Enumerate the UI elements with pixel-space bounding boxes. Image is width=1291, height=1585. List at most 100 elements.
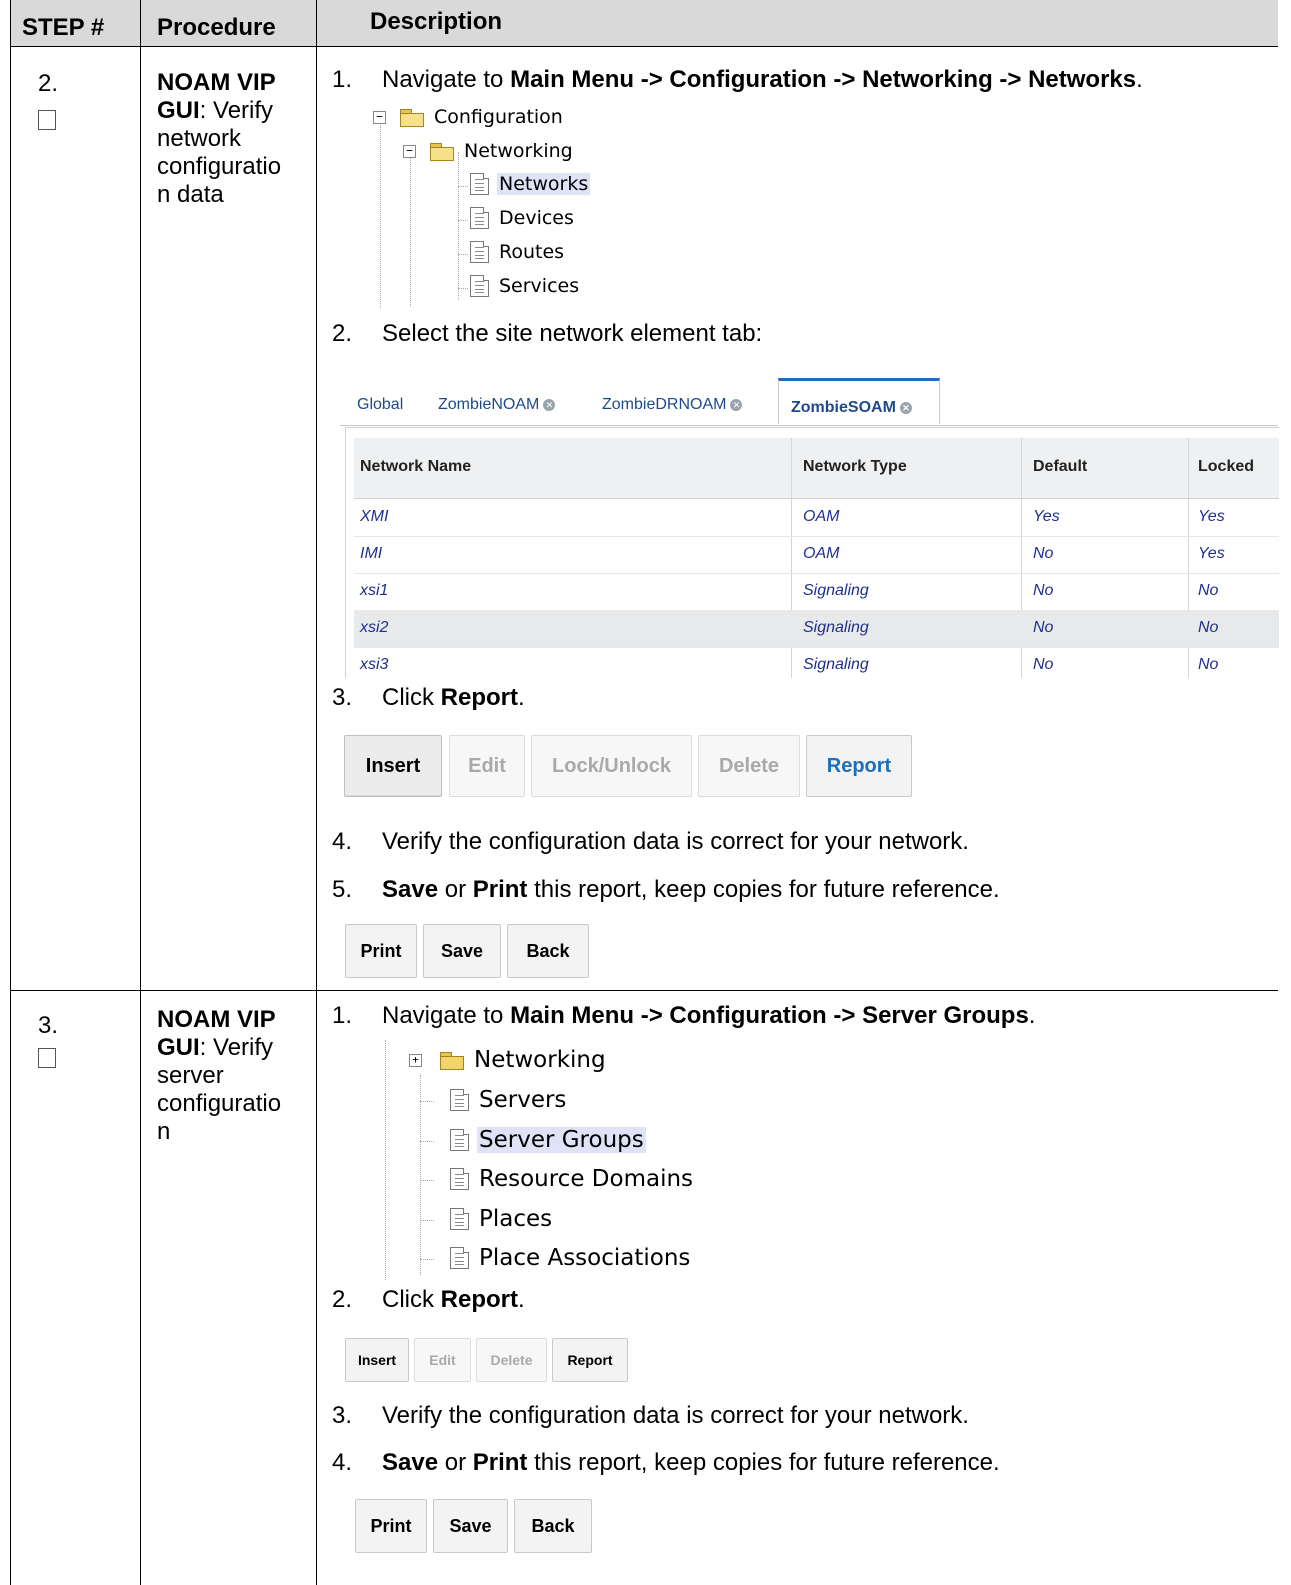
cell-network-name[interactable]: xsi1 [360, 582, 388, 600]
document-icon [450, 1089, 469, 1111]
close-tab-icon[interactable]: ✕ [730, 398, 743, 411]
cell-locked: No [1198, 619, 1219, 636]
tree-label: Server Groups [477, 1127, 646, 1153]
tab-zombienoam[interactable]: ZombieNOAM ✕ [438, 396, 556, 414]
cell-network-type: Signaling [803, 582, 869, 599]
instruction-number: 4. [332, 1449, 353, 1476]
border-left [10, 0, 11, 1585]
print-button[interactable]: Print [355, 1499, 427, 1553]
instruction-text: Verify the configuration data is correct… [382, 828, 969, 855]
tree-label: Devices [499, 207, 574, 229]
collapse-icon[interactable]: − [373, 110, 386, 124]
server-groups-tree: + Networking Servers Server Groups Resou… [340, 1040, 740, 1280]
tree-label: Networking [464, 140, 573, 162]
tree-item-servers[interactable]: Servers [450, 1087, 568, 1113]
column-locked[interactable]: Locked [1198, 458, 1254, 476]
tree-item-place-associations[interactable]: Place Associations [450, 1245, 692, 1271]
cell-network-name[interactable]: xsi2 [360, 619, 388, 637]
border-row-divider [10, 990, 1278, 991]
tree-label: Places [479, 1206, 553, 1232]
tree-item-resource-domains[interactable]: Resource Domains [450, 1166, 695, 1192]
tree-item-routes[interactable]: Routes [470, 241, 566, 263]
header-step: STEP # [22, 14, 105, 41]
tree-label: Place Associations [479, 1245, 691, 1271]
tree-item-services[interactable]: Services [470, 275, 581, 297]
instruction-number: 3. [332, 1402, 353, 1429]
instruction-number: 1. [332, 1002, 353, 1029]
cell-network-type: OAM [803, 545, 840, 562]
instruction-text: Verify the configuration data is correct… [382, 1402, 969, 1429]
tree-node-networking[interactable]: + Networking [409, 1047, 608, 1073]
step-checkbox[interactable] [38, 110, 56, 130]
insert-button[interactable]: Insert [344, 735, 442, 797]
folder-icon [440, 1051, 464, 1070]
collapse-icon[interactable]: − [403, 144, 416, 158]
tree-item-server-groups[interactable]: Server Groups [450, 1127, 646, 1153]
procedure-table: STEP # Procedure Description 2. NOAM VIP… [10, 0, 1279, 1585]
instruction-text: Save or Print this report, keep copies f… [382, 876, 1000, 903]
open-folder-icon [400, 108, 424, 127]
delete-button[interactable]: Delete [476, 1338, 547, 1382]
instruction-text: Click Report. [382, 684, 525, 711]
expand-icon[interactable]: + [409, 1053, 422, 1067]
instruction-number: 2. [332, 320, 353, 347]
network-element-tabs: Global ZombieNOAM ✕ ZombieDRNOAM ✕ ZombieS… [340, 376, 1278, 426]
header-description: Description [370, 8, 503, 35]
report-button[interactable]: Report [806, 735, 912, 797]
tree-label: Configuration [434, 106, 563, 128]
cell-default: Yes [1033, 508, 1060, 525]
instruction-text: Click Report. [382, 1286, 525, 1313]
cell-default: No [1033, 545, 1054, 562]
cell-network-name[interactable]: IMI [360, 545, 382, 563]
cell-network-name[interactable]: xsi3 [360, 656, 388, 674]
border-col2 [316, 0, 317, 1585]
save-button[interactable]: Save [433, 1499, 508, 1553]
step-procedure: NOAM VIP GUI: Verify server configuratio… [157, 1006, 292, 1146]
networks-table: Network Name Network Type Default Locked… [345, 427, 1279, 678]
instruction-number: 2. [332, 1286, 353, 1313]
instruction-text: Navigate to Main Menu -> Configuration -… [382, 1002, 1036, 1029]
lock-unlock-button[interactable]: Lock/Unlock [531, 735, 692, 797]
cell-network-name[interactable]: XMI [360, 508, 388, 526]
print-button[interactable]: Print [345, 924, 417, 978]
instruction-number: 4. [332, 828, 353, 855]
tree-item-networks[interactable]: Networks [470, 173, 591, 195]
column-network-name[interactable]: Network Name [360, 458, 471, 476]
save-button[interactable]: Save [423, 924, 501, 978]
tree-label: Services [499, 275, 580, 297]
tree-node-configuration[interactable]: − Configuration [373, 106, 565, 128]
document-icon [450, 1129, 469, 1151]
tab-zombiedrnoam[interactable]: ZombieDRNOAM ✕ [602, 396, 743, 414]
tree-label: Networks [497, 173, 591, 195]
close-tab-icon[interactable]: ✕ [543, 398, 556, 411]
document-icon [450, 1247, 469, 1269]
instruction-number: 5. [332, 876, 353, 903]
insert-button[interactable]: Insert [345, 1338, 409, 1382]
cell-locked: No [1198, 656, 1219, 673]
tab-global[interactable]: Global [357, 396, 403, 414]
back-button[interactable]: Back [514, 1499, 592, 1553]
tree-item-places[interactable]: Places [450, 1206, 554, 1232]
open-folder-icon [430, 142, 454, 161]
report-button[interactable]: Report [552, 1338, 628, 1382]
step-number: 2. [38, 70, 59, 97]
step-checkbox[interactable] [38, 1048, 56, 1068]
document-icon [470, 173, 489, 195]
tree-label: Routes [499, 241, 565, 263]
instruction-number: 3. [332, 684, 353, 711]
close-tab-icon[interactable]: ✕ [899, 401, 912, 414]
tree-item-devices[interactable]: Devices [470, 207, 576, 229]
tab-zombiesoam[interactable]: ZombieSOAM ✕ [778, 378, 940, 424]
step-number: 3. [38, 1012, 59, 1039]
tree-label: Networking [474, 1047, 606, 1073]
back-button[interactable]: Back [507, 924, 589, 978]
tree-node-networking[interactable]: − Networking [403, 140, 575, 162]
edit-button[interactable]: Edit [414, 1338, 471, 1382]
document-icon [470, 275, 489, 297]
column-default[interactable]: Default [1033, 458, 1087, 476]
instruction-text: Save or Print this report, keep copies f… [382, 1449, 1000, 1476]
document-icon [470, 207, 489, 229]
delete-button[interactable]: Delete [698, 735, 800, 797]
edit-button[interactable]: Edit [449, 735, 525, 797]
column-network-type[interactable]: Network Type [803, 458, 907, 476]
